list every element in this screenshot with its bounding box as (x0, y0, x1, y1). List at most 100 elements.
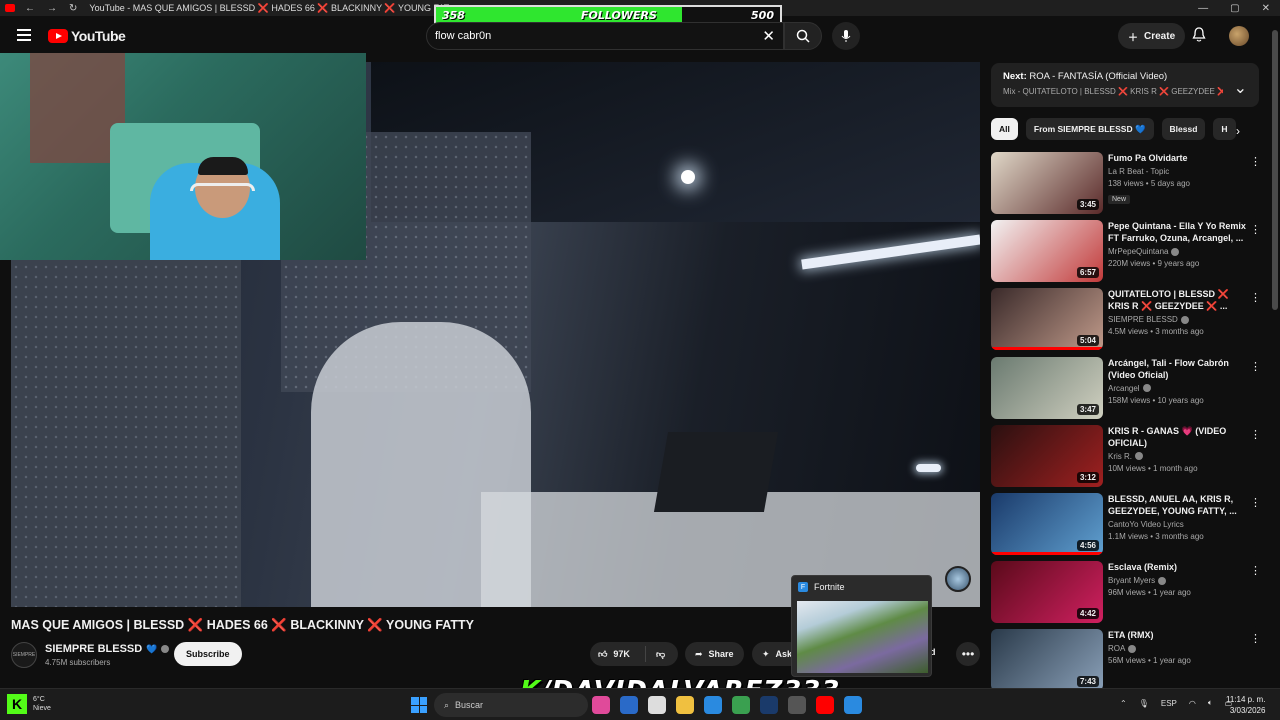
more-vertical-icon[interactable]: ⋮ (1250, 223, 1261, 236)
file-explorer-icon[interactable] (676, 696, 694, 714)
chip-all[interactable]: All (991, 118, 1018, 140)
chrome-icon[interactable] (732, 696, 750, 714)
minimize-icon[interactable]: — (1198, 3, 1208, 14)
subscriber-count: 4.75M subscribers (45, 658, 111, 667)
search-button[interactable] (784, 22, 822, 50)
chip-blessd[interactable]: Blessd (1161, 118, 1206, 140)
watch-progress-bar (991, 552, 1103, 555)
recommendation-title: ETA (RMX) (1108, 630, 1154, 641)
chevron-right-icon[interactable]: › (1236, 124, 1240, 138)
recommendation-channel-row: Bryant Myers (1108, 576, 1246, 585)
outlook-icon[interactable] (620, 696, 638, 714)
youtube-header: YouTube flow cabr0n ✕ ＋ Create (0, 16, 1280, 56)
video-thumbnail[interactable]: 3:12 (991, 424, 1103, 487)
recommendation-item[interactable]: 7:43 ETA (RMX) ROA 56M views • 1 year ago ⋮ (991, 629, 1266, 692)
dislike-button[interactable]: 👎︎ (646, 649, 665, 660)
popup-thumbnail[interactable] (797, 601, 928, 673)
app-icon-1[interactable] (592, 696, 610, 714)
video-thumbnail[interactable]: 3:45 (991, 152, 1103, 214)
microphone-icon (841, 30, 851, 42)
channel-avatar[interactable]: SIEMPRE (11, 642, 37, 668)
recommendation-views: 138 views • 5 days ago (1108, 179, 1190, 188)
popup-header: F Fortnite (792, 576, 931, 598)
more-vertical-icon[interactable]: ⋮ (1250, 360, 1261, 373)
obs-icon[interactable] (788, 696, 806, 714)
account-avatar[interactable] (1229, 26, 1249, 46)
forward-icon[interactable]: → (47, 3, 57, 14)
more-vertical-icon[interactable]: ⋮ (1250, 564, 1261, 577)
recommendation-channel-row: SIEMPRE BLESSD (1108, 315, 1246, 324)
create-label: Create (1144, 30, 1176, 42)
recommendation-item[interactable]: 4:42 Esclava (Remix) Bryant Myers 96M views… (991, 561, 1266, 624)
video-thumbnail[interactable]: 4:56 (991, 493, 1103, 555)
weather-widget[interactable]: K 6°C Nieve (7, 694, 51, 714)
windows-start-icon[interactable] (411, 697, 427, 713)
video-thumbnail[interactable]: 5:04 (991, 288, 1103, 351)
clear-search-icon[interactable]: ✕ (762, 27, 775, 45)
wifi-icon[interactable]: ◠ (1189, 699, 1196, 708)
search-input[interactable]: flow cabr0n ✕ (426, 22, 784, 50)
clock-time: 11:14 p. m. (1226, 695, 1266, 704)
recommendation-item[interactable]: 3:45 Fumo Pa Olvidarte La R Beat - Topic 13… (991, 152, 1266, 214)
fortnite-taskbar-icon[interactable] (844, 696, 862, 714)
more-actions-button[interactable]: ••• (956, 642, 980, 666)
chip-from-channel[interactable]: From SIEMPRE BLESSD 💙 (1025, 118, 1154, 140)
chevron-up-icon[interactable]: ⌃ (1120, 699, 1127, 708)
chip-partial[interactable]: H (1213, 118, 1236, 140)
language-indicator[interactable]: ESP (1161, 699, 1177, 708)
more-vertical-icon[interactable]: ⋮ (1250, 428, 1261, 441)
steam-icon[interactable] (760, 696, 778, 714)
share-button[interactable]: ➦ Share (685, 642, 744, 666)
video-thumbnail[interactable]: 7:43 (991, 629, 1103, 692)
recommendation-item[interactable]: 6:57 Pepe Quintana - Ella Y Yo Remix FT F… (991, 220, 1266, 283)
more-vertical-icon[interactable]: ⋮ (1250, 155, 1261, 168)
channel-watermark-avatar[interactable] (945, 566, 971, 592)
youtube-logo[interactable]: YouTube (48, 28, 126, 44)
youtube-taskbar-icon[interactable] (816, 696, 834, 714)
menu-icon[interactable] (17, 29, 31, 41)
recommendation-channel-row: Arcangel (1108, 384, 1246, 393)
verified-icon (1142, 384, 1151, 393)
mic-tray-icon[interactable]: 🎙︎ (1139, 699, 1149, 708)
like-button[interactable]: 👍︎ 97K (590, 646, 646, 662)
channel-name-row[interactable]: SIEMPRE BLESSD 💙 (45, 643, 170, 655)
more-vertical-icon[interactable]: ⋮ (1250, 496, 1261, 509)
next-title: ROA - FANTASÍA (Official Video) (1029, 71, 1168, 82)
weather-desc: Nieve (33, 705, 51, 712)
recommendation-item[interactable]: 4:56 BLESSD, ANUEL AA, KRIS R, GEEZYDEE, … (991, 493, 1266, 555)
recommendation-channel-row: ROA (1108, 644, 1246, 653)
page-scrollbar[interactable] (1272, 30, 1278, 310)
edge-icon[interactable] (704, 696, 722, 714)
taskbar-clock[interactable]: 11:14 p. m. 3/03/2026 (1226, 694, 1265, 716)
notifications-icon[interactable] (1192, 27, 1206, 48)
subscribe-button[interactable]: Subscribe (174, 642, 242, 666)
create-button[interactable]: ＋ Create (1118, 23, 1186, 49)
video-thumbnail[interactable]: 3:47 (991, 356, 1103, 419)
recommendation-item[interactable]: 5:04 QUITATELOTO | BLESSD ❌ KRIS R ❌ GEEZ… (991, 288, 1266, 351)
recommendation-meta: ETA (RMX) ROA 56M views • 1 year ago (1108, 629, 1246, 665)
duration-badge: 4:56 (1076, 540, 1099, 551)
back-icon[interactable]: ← (25, 3, 35, 14)
taskbar-search[interactable]: ⌕ Buscar (434, 693, 588, 717)
recommendation-channel: Bryant Myers (1108, 576, 1156, 586)
volume-icon[interactable]: 🔈︎ (1208, 698, 1213, 708)
store-icon[interactable] (648, 696, 666, 714)
video-thumbnail[interactable]: 4:42 (991, 561, 1103, 624)
taskbar-preview-popup[interactable]: F Fortnite (791, 575, 932, 677)
recommendation-item[interactable]: 3:47 Arcángel, Tali - Flow Cabrón (Video … (991, 356, 1266, 419)
next-subtitle: Mix - QUITATELOTO | BLESSD ❌ KRIS R ❌ GE… (1003, 87, 1223, 96)
close-window-icon[interactable]: ✕ (1262, 3, 1270, 14)
video-thumbnail[interactable]: 6:57 (991, 220, 1103, 283)
more-vertical-icon[interactable]: ⋮ (1250, 632, 1261, 645)
recommendation-channel: SIEMPRE BLESSD (1108, 315, 1178, 325)
chevron-down-icon[interactable]: ⌄ (1234, 78, 1247, 98)
recommendation-channel: ROA (1108, 644, 1126, 654)
windows-taskbar: K 6°C Nieve ⌕ Buscar ⌃ 🎙︎ ESP ◠ 🔈︎ ▭ 11:1… (0, 688, 1280, 720)
recommendation-item[interactable]: 3:12 KRIS R - GANAS 💗 (VIDEO OFICIAL) Kris… (991, 424, 1266, 487)
more-vertical-icon[interactable]: ⋮ (1250, 291, 1261, 304)
autoplay-next-card[interactable]: Next: ROA - FANTASÍA (Official Video) Mi… (991, 63, 1259, 107)
reload-icon[interactable]: ↻ (69, 3, 77, 14)
voice-search-button[interactable] (832, 22, 860, 50)
recommendation-channel-row: La R Beat - Topic (1108, 167, 1246, 176)
maximize-icon[interactable]: ▢ (1230, 3, 1239, 14)
